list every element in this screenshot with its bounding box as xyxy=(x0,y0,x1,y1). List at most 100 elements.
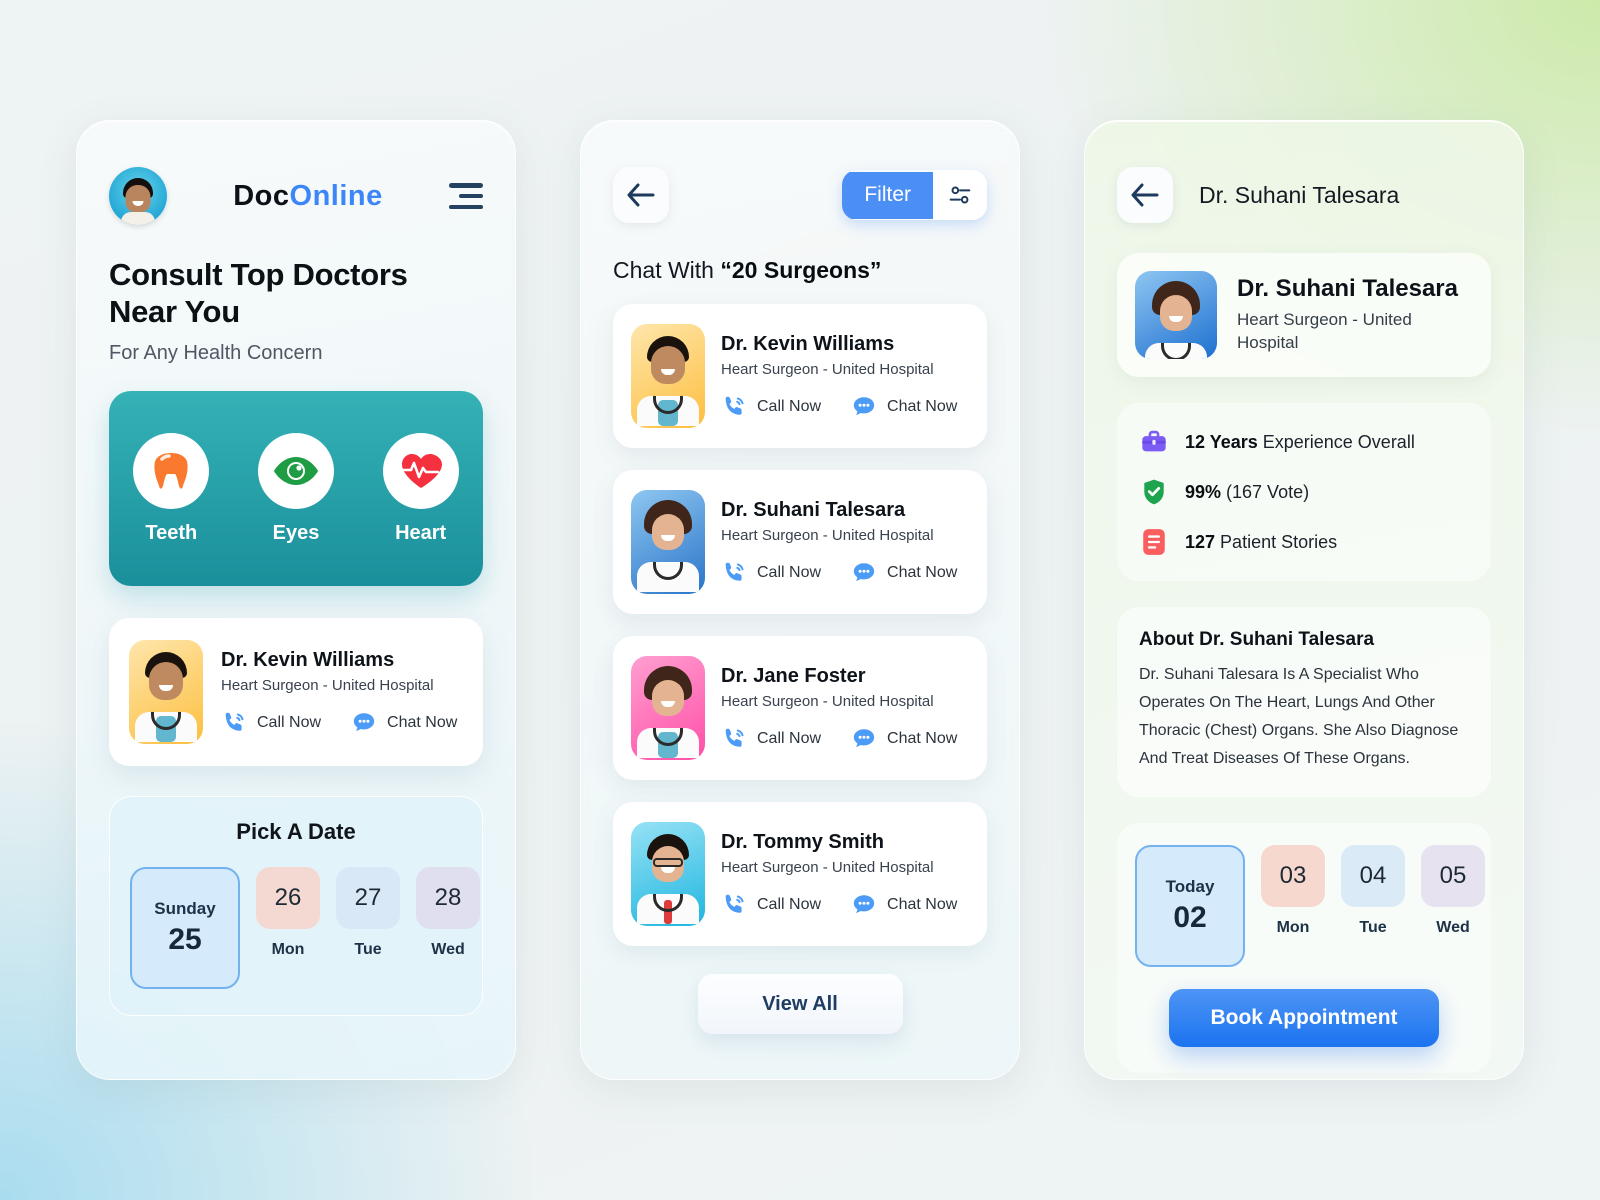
date-option-mon[interactable]: 26 Mon xyxy=(256,867,320,959)
doctor-photo xyxy=(631,324,705,428)
chat-now-label: Chat Now xyxy=(887,729,958,747)
page-title-line1: Consult Top Doctors xyxy=(109,257,408,292)
call-now-button[interactable]: Call Now xyxy=(721,892,821,918)
chat-now-label: Chat Now xyxy=(887,895,958,913)
doctor-photo xyxy=(129,640,203,745)
list-item[interactable]: Dr. Suhani Talesara Heart Surgeon - Unit… xyxy=(613,470,987,614)
chat-now-button[interactable]: Chat Now xyxy=(851,394,957,420)
screens-stage: DocOnline Consult Top Doctors Near You F… xyxy=(0,0,1600,1200)
doctor-photo xyxy=(631,490,705,594)
date-option-tue[interactable]: 27 Tue xyxy=(336,867,400,959)
stat-stories-value: 127 xyxy=(1185,531,1216,552)
logo-part-a: Doc xyxy=(233,179,290,212)
stat-rating-value: 99% xyxy=(1185,481,1222,502)
doctor-photo xyxy=(1135,271,1217,359)
date-option-wed[interactable]: 28 Wed xyxy=(416,867,480,959)
phone-icon xyxy=(725,396,744,415)
category-eyes[interactable]: Eyes xyxy=(257,432,334,545)
category-card: Teeth Eyes Heart xyxy=(109,391,483,587)
date-selected-sunday[interactable]: Sunday 25 xyxy=(130,867,240,990)
about-section: About Dr. Suhani Talesara Dr. Suhani Tal… xyxy=(1117,607,1491,797)
list-item[interactable]: Dr. Jane Foster Heart Surgeon - United H… xyxy=(613,636,987,780)
doctor-name: Dr. Jane Foster xyxy=(721,664,866,687)
doctor-photo xyxy=(631,656,705,760)
chat-now-button[interactable]: Chat Now xyxy=(851,560,957,586)
phone-icon xyxy=(725,562,744,581)
call-now-label: Call Now xyxy=(757,729,822,747)
chat-now-label: Chat Now xyxy=(387,713,458,731)
call-now-button[interactable]: Call Now xyxy=(721,726,821,752)
about-body: Dr. Suhani Talesara Is A Specialist Who … xyxy=(1139,666,1459,767)
doctor-role: Heart Surgeon - United Hospital xyxy=(1237,310,1412,352)
app-logo: DocOnline xyxy=(167,180,449,213)
call-now-label: Call Now xyxy=(757,563,822,581)
selected-day-date: 02 xyxy=(1173,901,1207,934)
doctor-role: Heart Surgeon - United Hospital xyxy=(721,858,934,876)
list-header: Filter xyxy=(613,167,987,223)
doctor-list: Dr. Kevin Williams Heart Surgeon - Unite… xyxy=(613,304,987,946)
page-title-line2: Near You xyxy=(109,293,240,329)
call-now-button[interactable]: Call Now xyxy=(721,560,821,586)
doctor-role: Heart Surgeon - United Hospital xyxy=(721,526,934,544)
date-selected-today[interactable]: Today 02 xyxy=(1135,845,1245,967)
chat-now-button[interactable]: Chat Now xyxy=(351,710,457,736)
selected-day-name: Today xyxy=(1165,877,1215,896)
heart-pulse-icon xyxy=(382,432,459,509)
doctor-stats: 12 Years Experience Overall 99% (167 Vot… xyxy=(1117,403,1491,581)
doctor-name: Dr. Kevin Williams xyxy=(221,648,395,671)
date-picker-title: Pick A Date xyxy=(236,819,356,845)
category-heart[interactable]: Heart xyxy=(382,432,459,545)
back-arrow-icon xyxy=(627,183,655,207)
hamburger-menu-icon[interactable] xyxy=(449,183,483,209)
date-day-mon: Mon xyxy=(1276,919,1310,936)
doctor-role: Heart Surgeon - United Hospital xyxy=(721,360,934,378)
doctor-profile-card: Dr. Suhani Talesara Heart Surgeon - Unit… xyxy=(1117,253,1491,377)
list-item[interactable]: Dr. Kevin Williams Heart Surgeon - Unite… xyxy=(613,304,987,448)
stat-experience-label: Experience Overall xyxy=(1257,431,1415,452)
selected-day-name: Sunday xyxy=(154,899,216,919)
phone-icon xyxy=(225,712,244,731)
featured-doctor-card[interactable]: Dr. Kevin Williams Heart Surgeon - Unite… xyxy=(109,618,483,767)
date-chip-03: 03 xyxy=(1261,845,1325,907)
document-icon xyxy=(1139,527,1169,557)
call-now-button[interactable]: Call Now xyxy=(221,710,321,736)
chat-bubble-icon xyxy=(853,728,875,747)
list-item[interactable]: Dr. Tommy Smith Heart Surgeon - United H… xyxy=(613,802,987,946)
book-appointment-button[interactable]: Book Appointment xyxy=(1169,989,1439,1047)
stat-stories: 127 Patient Stories xyxy=(1139,527,1469,557)
tooth-icon xyxy=(133,432,210,509)
briefcase-icon xyxy=(1139,427,1169,457)
date-day-wed: Wed xyxy=(431,941,465,959)
list-title-prefix: Chat With xyxy=(613,257,721,283)
phone-icon xyxy=(725,728,744,747)
home-header: DocOnline xyxy=(109,167,483,225)
chat-now-button[interactable]: Chat Now xyxy=(851,726,957,752)
stat-experience-value: 12 Years xyxy=(1185,431,1258,452)
user-avatar[interactable] xyxy=(109,167,167,225)
detail-header-title: Dr. Suhani Talesara xyxy=(1199,181,1400,208)
call-now-button[interactable]: Call Now xyxy=(721,394,821,420)
date-option-mon[interactable]: 03 Mon xyxy=(1261,845,1325,937)
doctor-role: Heart Surgeon - United Hospital xyxy=(221,676,434,694)
appointment-section: Today 02 03 Mon 04 Tue 05 Wed Book Appoi… xyxy=(1117,823,1491,1073)
chat-bubble-icon xyxy=(853,894,875,913)
date-chip-27: 27 xyxy=(336,867,400,930)
page-subtitle: For Any Health Concern xyxy=(109,342,323,365)
chat-bubble-icon xyxy=(853,562,875,581)
filter-button[interactable]: Filter xyxy=(842,170,987,220)
chat-bubble-icon xyxy=(353,712,375,731)
date-option-wed[interactable]: 05 Wed xyxy=(1421,845,1485,937)
date-chip-26: 26 xyxy=(256,867,320,930)
chat-now-label: Chat Now xyxy=(887,397,958,415)
category-eyes-label: Eyes xyxy=(272,521,320,544)
date-option-tue[interactable]: 04 Tue xyxy=(1341,845,1405,937)
date-picker: Pick A Date Sunday 25 26 Mon 27 Tue 28 W… xyxy=(109,796,483,1017)
back-button[interactable] xyxy=(1117,167,1173,223)
category-heart-label: Heart xyxy=(395,521,447,544)
doctor-role: Heart Surgeon - United Hospital xyxy=(721,692,934,710)
list-title-count: “20 Surgeons” xyxy=(720,257,882,283)
chat-now-button[interactable]: Chat Now xyxy=(851,892,957,918)
back-button[interactable] xyxy=(613,167,669,223)
category-teeth[interactable]: Teeth xyxy=(133,432,210,545)
view-all-button[interactable]: View All xyxy=(697,974,903,1034)
